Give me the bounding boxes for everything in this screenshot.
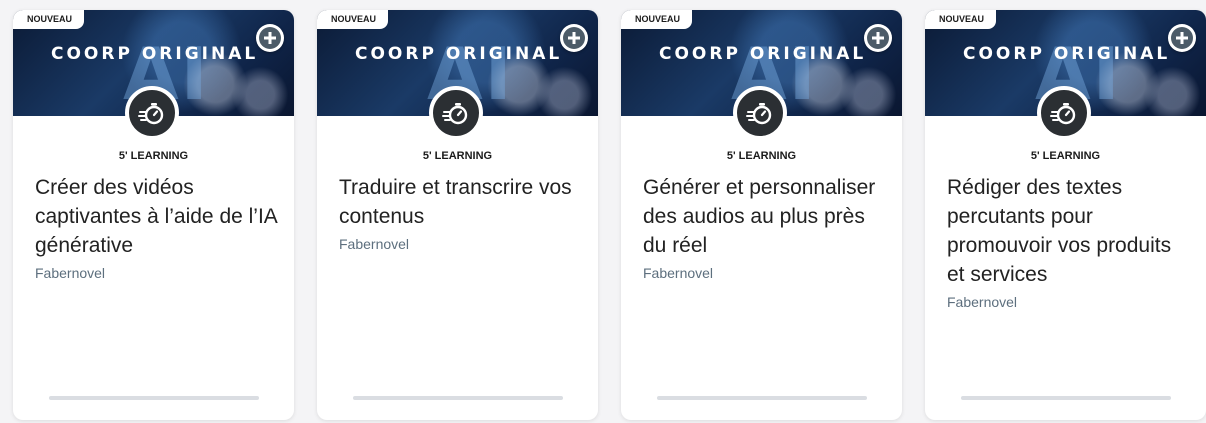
- progress-bar: [657, 396, 867, 400]
- stopwatch-icon: [125, 86, 179, 140]
- course-card-row: AI COORP ORIGINAL NOUVEAU 5' LEARNING Cr…: [0, 0, 1206, 423]
- add-button[interactable]: [256, 24, 284, 52]
- progress-bar: [961, 396, 1171, 400]
- course-title-text[interactable]: Traduire et transcrire vos contenus: [339, 176, 572, 228]
- course-title[interactable]: Rédiger des textes percutants pour promo…: [947, 173, 1192, 311]
- course-title[interactable]: Générer et personnaliser des audios au p…: [643, 173, 888, 282]
- stopwatch-icon: [429, 86, 483, 140]
- course-type-label: 5' LEARNING: [118, 150, 189, 162]
- new-badge: NOUVEAU: [13, 10, 85, 29]
- course-card[interactable]: AI COORP ORIGINAL NOUVEAU 5' LEARNING Gé…: [621, 10, 902, 420]
- add-button[interactable]: [560, 24, 588, 52]
- course-provider: Fabernovel: [947, 294, 1018, 310]
- banner-title: COORP ORIGINAL: [355, 44, 563, 64]
- course-type-label: 5' LEARNING: [1030, 150, 1101, 162]
- banner-title: COORP ORIGINAL: [659, 44, 867, 64]
- progress-bar: [353, 396, 563, 400]
- stopwatch-icon: [733, 86, 787, 140]
- new-badge: NOUVEAU: [317, 10, 389, 29]
- stopwatch-icon: [1037, 86, 1091, 140]
- course-provider: Fabernovel: [643, 265, 714, 281]
- plus-icon: [1171, 27, 1193, 49]
- new-badge: NOUVEAU: [925, 10, 997, 29]
- course-provider: Fabernovel: [35, 265, 106, 281]
- course-type-label: 5' LEARNING: [726, 150, 797, 162]
- course-title-text[interactable]: Rédiger des textes percutants pour promo…: [947, 176, 1171, 286]
- plus-icon: [259, 27, 281, 49]
- add-button[interactable]: [864, 24, 892, 52]
- course-title-text[interactable]: Créer des vidéos captivantes à l’aide de…: [35, 176, 277, 257]
- course-type-label: 5' LEARNING: [422, 150, 493, 162]
- banner-title: COORP ORIGINAL: [963, 44, 1171, 64]
- add-button[interactable]: [1168, 24, 1196, 52]
- course-title[interactable]: Créer des vidéos captivantes à l’aide de…: [35, 173, 280, 282]
- new-badge: NOUVEAU: [621, 10, 693, 29]
- progress-bar: [49, 396, 259, 400]
- course-title[interactable]: Traduire et transcrire vos contenus Fabe…: [339, 173, 584, 253]
- course-card[interactable]: AI COORP ORIGINAL NOUVEAU 5' LEARNING Cr…: [13, 10, 294, 420]
- course-title-text[interactable]: Générer et personnaliser des audios au p…: [643, 176, 875, 257]
- course-card[interactable]: AI COORP ORIGINAL NOUVEAU 5' LEARNING Ré…: [925, 10, 1206, 420]
- course-card[interactable]: AI COORP ORIGINAL NOUVEAU 5' LEARNING Tr…: [317, 10, 598, 420]
- plus-icon: [563, 27, 585, 49]
- banner-title: COORP ORIGINAL: [51, 44, 259, 64]
- plus-icon: [867, 27, 889, 49]
- course-provider: Fabernovel: [339, 236, 410, 252]
